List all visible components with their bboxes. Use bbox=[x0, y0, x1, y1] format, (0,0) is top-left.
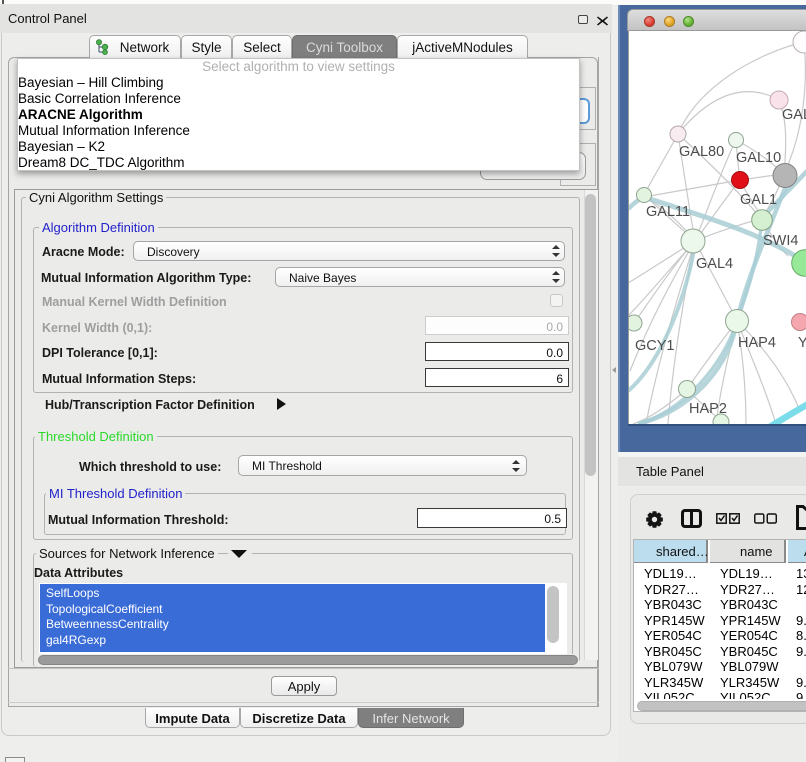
svg-text:GAL11: GAL11 bbox=[646, 204, 690, 220]
svg-text:GAL80: GAL80 bbox=[679, 144, 724, 160]
svg-text:HAP4: HAP4 bbox=[738, 335, 776, 351]
svg-text:SWI4: SWI4 bbox=[763, 233, 798, 249]
svg-text:GAL1: GAL1 bbox=[740, 192, 777, 208]
svg-text:HAP2: HAP2 bbox=[689, 401, 727, 417]
svg-text:GAL10: GAL10 bbox=[736, 150, 781, 166]
svg-text:GAL4: GAL4 bbox=[696, 256, 733, 272]
svg-text:GCY1: GCY1 bbox=[635, 338, 675, 354]
svg-text:Y: Y bbox=[798, 335, 806, 351]
svg-text:GAL2: GAL2 bbox=[782, 107, 806, 123]
